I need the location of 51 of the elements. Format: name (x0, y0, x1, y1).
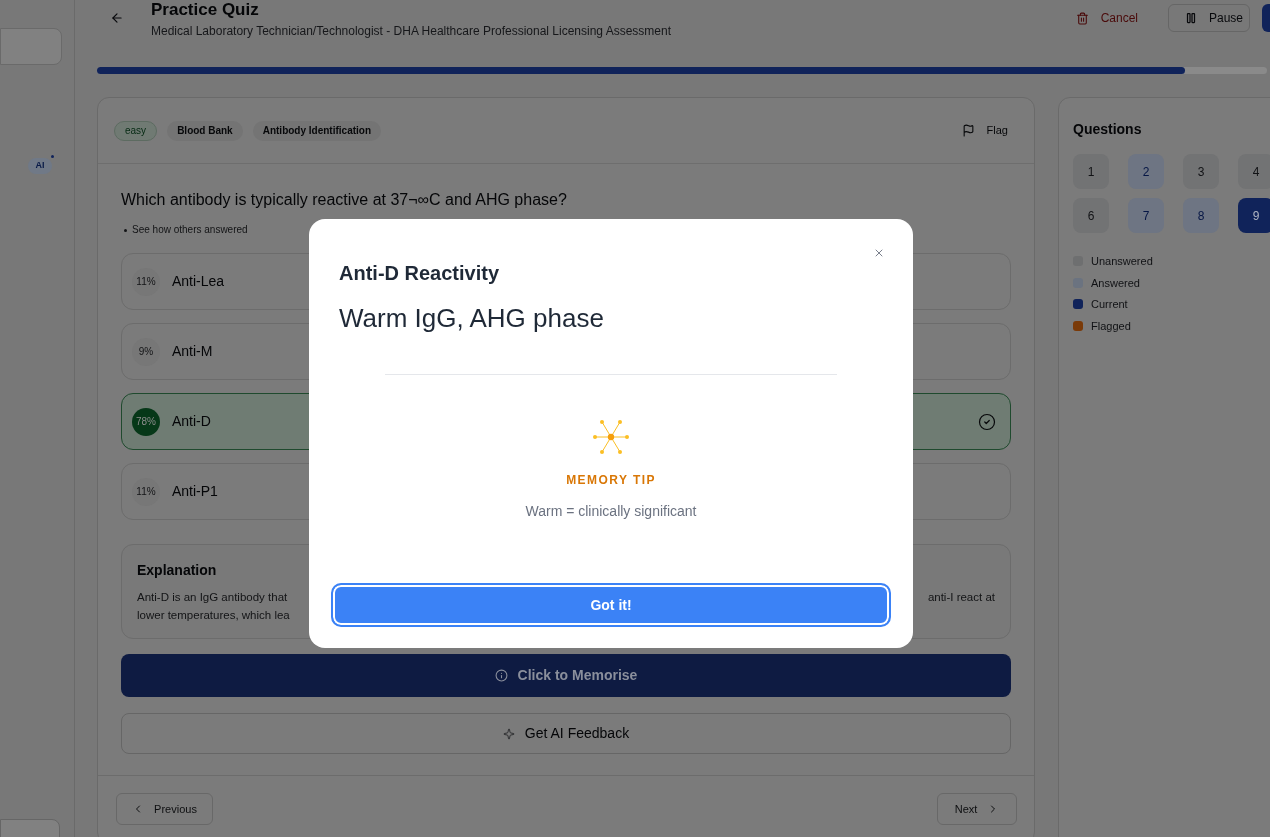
memorise-button[interactable]: Click to Memorise (121, 654, 1011, 697)
question-number-button[interactable]: 6 (1073, 198, 1109, 233)
previous-button[interactable]: Previous (116, 793, 213, 825)
percentage-badge: 9% (132, 337, 160, 366)
legend-label: Current (1091, 297, 1128, 312)
cancel-button[interactable]: Cancel (1075, 4, 1138, 32)
question-number-button[interactable]: 2 (1128, 154, 1164, 189)
ai-badge[interactable]: AI (28, 158, 52, 174)
back-button[interactable] (110, 11, 124, 25)
question-number-button[interactable]: 8 (1183, 198, 1219, 233)
question-number-button[interactable]: 3 (1183, 154, 1219, 189)
tip-text: Warm = clinically significant (525, 502, 697, 521)
question-number-button[interactable]: 4 (1238, 154, 1270, 189)
legend-label: Unanswered (1091, 254, 1153, 269)
explanation-text: anti-I react at (927, 590, 995, 605)
close-icon (873, 247, 885, 259)
explanation-text: Anti-D is an IgG antibody that (137, 590, 288, 605)
percentage-badge: 11% (132, 477, 160, 506)
question-number-button[interactable]: 9 (1238, 198, 1270, 233)
legend-label: Flagged (1091, 318, 1131, 334)
flag-icon (961, 124, 975, 137)
close-button[interactable] (873, 247, 885, 259)
pause-icon (1185, 12, 1197, 24)
question-number-button[interactable]: 1 (1073, 154, 1109, 189)
check-circle-icon (978, 412, 996, 431)
network-icon (593, 420, 629, 454)
dialog-title: Anti-D Reactivity (339, 261, 500, 286)
pause-button[interactable]: Pause (1168, 4, 1250, 32)
ai-feedback-button[interactable]: Get AI Feedback (121, 713, 1011, 754)
others-answers-link[interactable]: See how others answered (124, 223, 248, 237)
percentage-badge: 78% (132, 407, 160, 436)
legend-label: Answered (1091, 275, 1140, 291)
explanation-text: lower temperatures, which lea (137, 608, 290, 623)
got-it-button[interactable]: Got it! (331, 583, 891, 627)
info-icon (494, 669, 508, 682)
tip-label: MEMORY TIP (566, 472, 656, 488)
page-subtitle: Medical Laboratory Technician/Technologist - DHA Healthcare Professional Licensing Assessment (151, 23, 672, 39)
panel-title: Questions (1073, 120, 1143, 139)
answer-text: Warm IgG, AHG phase (339, 302, 604, 334)
question-text: Which antibody is typically reactive at 37¬∞C and AHG phase? (121, 190, 568, 210)
percentage-badge: 11% (132, 267, 160, 296)
explanation-title: Explanation (137, 561, 217, 580)
topic-tag: Blood Bank (167, 120, 243, 141)
difficulty-tag: easy (114, 120, 158, 141)
page-title: Practice Quiz (151, 0, 260, 20)
next-button[interactable]: Next (937, 793, 1017, 825)
question-number-button[interactable]: 7 (1128, 198, 1164, 233)
sparkle-icon (502, 727, 515, 740)
trash-icon (1075, 11, 1089, 25)
topic-tag: Antibody Identification (252, 120, 381, 141)
flag-button[interactable]: Flag (961, 122, 1008, 139)
